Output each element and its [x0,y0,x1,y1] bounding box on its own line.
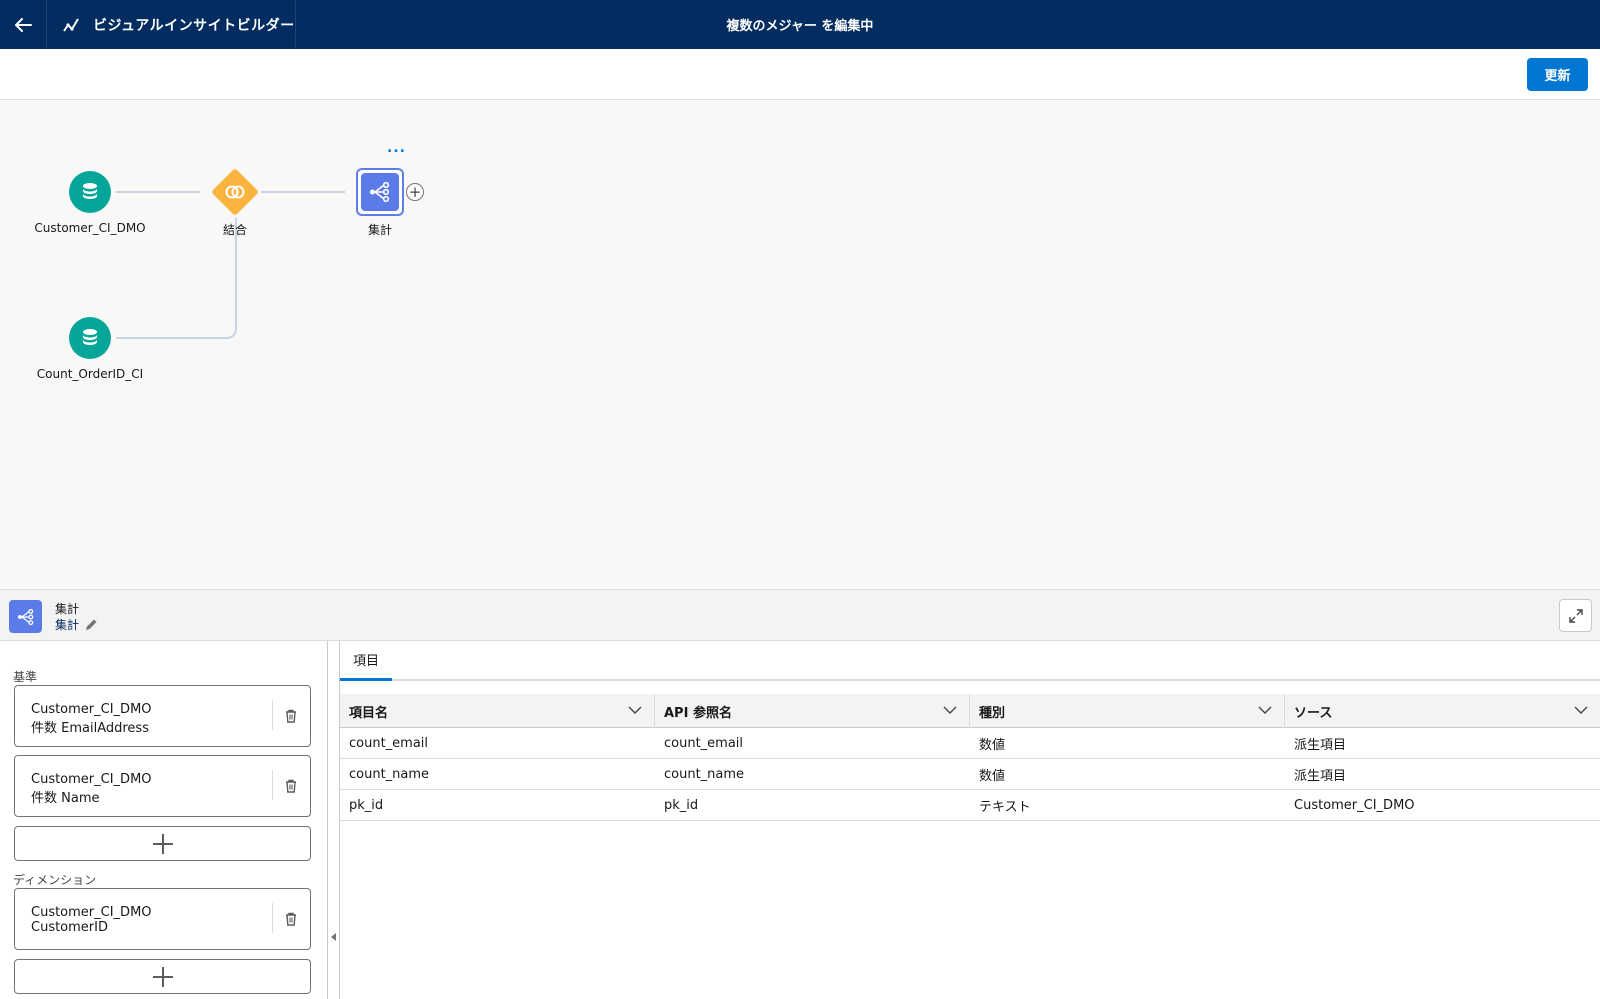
add-dimension-button[interactable] [14,959,311,994]
node-label: Count_OrderID_CI [36,367,144,381]
cell-source: 派生項目 [1294,768,1347,784]
table-row[interactable]: count_name count_name 数値 派生項目 [340,759,1600,790]
node-label: Customer_CI_DMO [34,221,146,235]
cell-api-name: pk_id [664,797,699,813]
page-title: 複数のメジャー を編集中 [726,19,874,34]
cell-type: テキスト [979,799,1031,815]
panel-node-name-text: 集計 [55,618,80,632]
measure-field: 件数 Name [31,791,100,806]
delete-dimension-button[interactable] [283,911,299,927]
cell-field-name: count_name [349,766,430,782]
aggregate-node-selected [356,168,404,216]
cell-type: 数値 [979,737,1006,753]
trend-line-icon [63,17,79,32]
fields-panel: 項目 項目名 API 参照名 種別 ソース count_email count_… [340,641,1600,999]
back-button[interactable] [0,0,47,49]
add-measure-button[interactable] [14,826,311,861]
app-name: ビジュアルインサイトビルダー [47,0,296,49]
cell-source: 派生項目 [1294,737,1347,753]
add-node-button[interactable]: + [406,183,424,201]
table-row[interactable]: count_email count_email 数値 派生項目 [340,728,1600,759]
aggregate-config-panel: 基準 Customer_CI_DMO 件数 EmailAddress Custo… [0,641,328,999]
node-join[interactable]: 結合 [204,167,266,238]
aggregate-icon [370,182,390,202]
chevron-down-icon[interactable] [1574,705,1588,715]
app-header: ビジュアルインサイトビルダー 複数のメジャー を編集中 [0,0,1600,49]
dimensions-section-label: ディメンション [13,873,97,887]
collapse-arrow-icon[interactable] [331,933,336,941]
delete-measure-button[interactable] [283,778,299,794]
app-name-label: ビジュアルインサイトビルダー [93,17,295,34]
dimension-card[interactable]: Customer_CI_DMO CustomerID [14,888,311,950]
database-icon [83,183,97,199]
tab-fields[interactable]: 項目 [340,641,392,681]
cell-type: 数値 [979,768,1006,784]
measure-object: Customer_CI_DMO [31,772,152,787]
trash-icon [286,912,296,926]
plus-icon [152,833,173,854]
join-node-diamond [210,167,260,217]
node-label: 結合 [222,223,247,237]
join-icon [225,185,245,199]
cell-api-name: count_email [664,735,744,751]
column-header-source[interactable]: ソース [1285,694,1600,728]
panel-node-icon [9,600,42,633]
expand-button[interactable] [1559,599,1592,632]
chevron-down-icon[interactable] [943,705,957,715]
plus-icon [152,966,173,987]
edit-pencil-icon[interactable] [85,618,98,631]
fields-tabs: 項目 [340,641,1600,681]
update-button[interactable]: 更新 [1527,58,1588,91]
panel-node-type: 集計 [55,602,80,616]
expand-icon [1568,608,1583,623]
dimension-object: Customer_CI_DMO [31,905,152,920]
measure-field: 件数 EmailAddress [31,721,149,736]
cell-api-name: count_name [664,766,745,782]
node-source-count-order[interactable]: Count_OrderID_CI [34,317,146,381]
database-icon [83,329,97,345]
table-header: 項目名 API 参照名 種別 ソース [340,694,1600,728]
trash-icon [286,779,296,793]
dimension-field: CustomerID [31,920,108,935]
cell-source: Customer_CI_DMO [1294,797,1415,813]
delete-measure-button[interactable] [283,708,299,724]
table-row[interactable]: pk_id pk_id テキスト Customer_CI_DMO [340,790,1600,821]
chevron-down-icon[interactable] [628,705,642,715]
node-detail-header: 集計 集計 [0,589,1600,641]
source-node-circle [69,317,111,359]
source-node-circle [69,171,111,213]
node-aggregate[interactable]: 集計 [346,168,414,238]
measures-section-label: 基準 [13,670,38,684]
cell-field-name: count_email [349,735,429,751]
flow-canvas[interactable]: Customer_CI_DMO 結合 集計 ... + Count_OrderI… [0,100,1600,589]
fields-table: 項目名 API 参照名 種別 ソース count_email count_ema… [340,694,1600,821]
aggregate-icon [17,608,33,625]
trash-icon [286,709,296,723]
toolbar: 更新 [0,49,1600,100]
column-header-type[interactable]: 種別 [970,694,1285,728]
cell-field-name: pk_id [349,797,384,813]
node-more-actions[interactable]: ... [387,140,406,156]
chevron-down-icon[interactable] [1258,705,1272,715]
measure-card[interactable]: Customer_CI_DMO 件数 EmailAddress [14,685,311,747]
node-source-customer[interactable]: Customer_CI_DMO [34,171,146,235]
back-arrow-icon [15,17,32,32]
node-label: 集計 [367,223,392,237]
measure-object: Customer_CI_DMO [31,702,152,717]
panel-splitter[interactable] [328,641,340,999]
column-header-api-name[interactable]: API 参照名 [655,694,970,728]
column-header-field-name[interactable]: 項目名 [340,694,655,728]
measure-card[interactable]: Customer_CI_DMO 件数 Name [14,755,311,817]
panel-node-name: 集計 [55,616,98,633]
